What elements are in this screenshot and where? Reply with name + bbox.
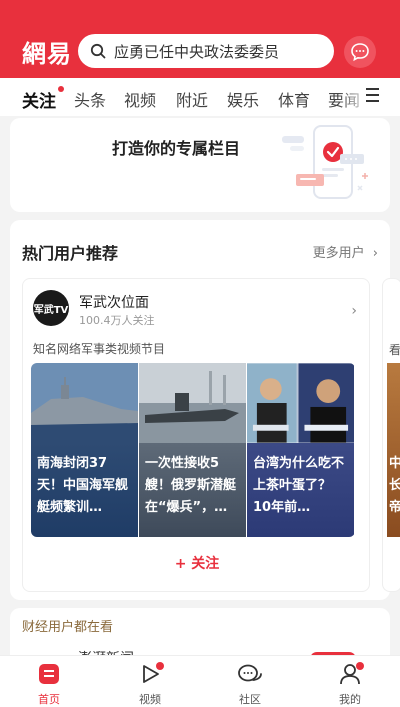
phone-check-illustration-icon: [282, 125, 368, 199]
submarine-image: [139, 363, 246, 443]
nav-community-label: 社区: [239, 693, 261, 706]
custom-column-banner[interactable]: 打造你的专属栏目: [10, 118, 390, 212]
video-caption: 一次性接收5艘！俄罗斯潜艇在“爆兵”，…: [145, 456, 237, 515]
video-thumbnail[interactable]: 南海封闭37天！中国海军舰艇频繁训…: [31, 363, 138, 537]
video-caption: 南海封闭37天！中国海军舰艇频繁训…: [37, 456, 129, 515]
section-title: 热门用户推荐: [22, 244, 119, 263]
tab-follow[interactable]: 关注: [22, 87, 56, 112]
user-card[interactable]: 军武TV 军武次位面 100.4万人关注 › 知名网络军事类视频节目 南海封闭3…: [22, 278, 370, 592]
chevron-right-icon[interactable]: ›: [351, 303, 357, 319]
finance-title: 财经用户都在看: [22, 620, 114, 635]
search-placeholder: 应勇已任中央政法委委员: [114, 42, 280, 61]
nav-home-label: 首页: [38, 693, 60, 706]
app-header: 網易 应勇已任中央政法委委员: [0, 0, 400, 78]
nav-mine[interactable]: 我的: [320, 662, 380, 707]
search-bar[interactable]: 应勇已任中央政法委委员: [78, 34, 334, 68]
bottom-navigation: 首页 视频 社区 我的: [0, 655, 400, 707]
follower-count: 100.4万人关注: [79, 314, 155, 327]
nav-community[interactable]: 社区: [220, 662, 280, 707]
nav-video-dot: [156, 662, 164, 670]
netease-logo[interactable]: 網易: [22, 34, 72, 69]
hot-users-section: 热门用户推荐 更多用户 › 军武TV 军武次位面 100.4万人关注 › 知名网…: [10, 220, 400, 600]
nav-mine-label: 我的: [339, 693, 361, 706]
user-name[interactable]: 军武次位面: [79, 292, 149, 312]
tab-nearby[interactable]: 附近: [176, 87, 208, 111]
next-user-card[interactable]: 看 中长帝: [382, 278, 400, 592]
channel-tabs: 关注 头条 视频 附近 娱乐 体育 要闻: [0, 78, 400, 116]
video-thumbnail[interactable]: 一次性接收5艘！俄罗斯潜艇在“爆兵”，…: [139, 363, 246, 537]
nav-home[interactable]: 首页: [19, 662, 79, 707]
talk-show-image: [247, 363, 354, 443]
search-icon: [90, 43, 106, 59]
next-user-description: 看: [389, 343, 400, 357]
avatar[interactable]: 军武TV: [33, 290, 69, 326]
video-caption: 台湾为什么吃不上茶叶蛋了？10年前…: [253, 456, 345, 515]
tab-follow-dot: [58, 86, 64, 92]
chevron-right-icon: ›: [372, 246, 378, 261]
more-users-label: 更多用户: [312, 246, 365, 261]
chat-bubbles-icon: [238, 664, 262, 682]
video-thumbnail[interactable]: 台湾为什么吃不上茶叶蛋了？10年前…: [247, 363, 354, 537]
message-button[interactable]: [344, 36, 376, 68]
home-icon: [39, 664, 59, 684]
follow-button[interactable]: + 关注: [23, 553, 369, 573]
warship-image: [31, 363, 138, 443]
banner-text: 打造你的专属栏目: [112, 139, 241, 158]
nav-video-label: 视频: [139, 693, 161, 706]
more-users-link[interactable]: 更多用户 ›: [313, 242, 378, 261]
next-video-caption: 中长帝: [389, 453, 400, 519]
chat-bubble-icon: [351, 43, 369, 62]
nav-mine-dot: [356, 662, 364, 670]
nav-video[interactable]: 视频: [120, 662, 180, 707]
user-description: 知名网络军事类视频节目: [33, 342, 166, 356]
video-strip: 南海封闭37天！中国海军舰艇频繁训… 一次性接收5艘！俄罗斯潜艇在“爆兵”，…: [31, 363, 355, 537]
menu-icon[interactable]: [366, 88, 379, 106]
tab-video[interactable]: 视频: [124, 87, 156, 111]
tab-sports[interactable]: 体育: [278, 87, 310, 111]
tab-headlines[interactable]: 头条: [74, 87, 106, 111]
tab-entertainment[interactable]: 娱乐: [227, 87, 259, 111]
